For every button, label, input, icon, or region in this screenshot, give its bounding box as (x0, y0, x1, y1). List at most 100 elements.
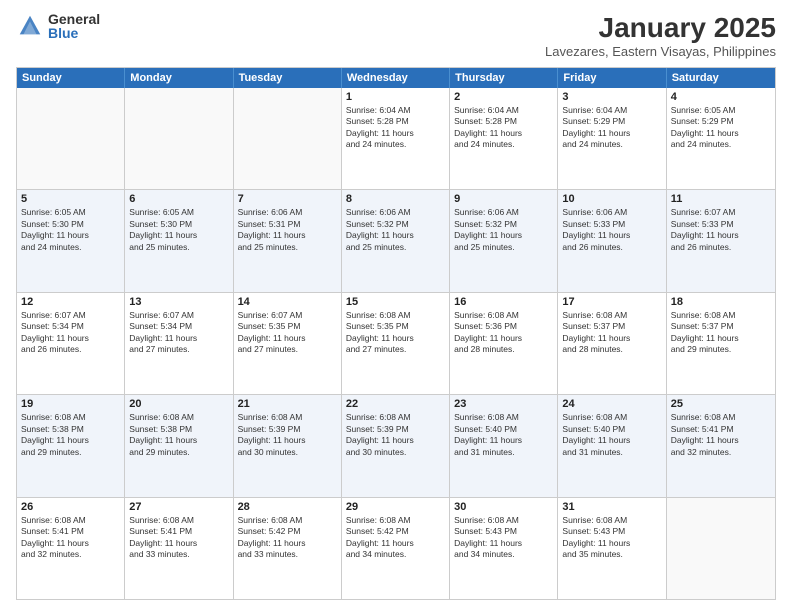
month-title: January 2025 (545, 12, 776, 44)
day-number: 25 (671, 398, 771, 410)
day-number: 31 (562, 501, 661, 513)
day-cell-14: 14 Sunrise: 6:07 AM Sunset: 5:35 PM Dayli… (234, 293, 342, 394)
calendar-row-2: 12 Sunrise: 6:07 AM Sunset: 5:34 PM Dayli… (17, 292, 775, 394)
day-cell-1: 1 Sunrise: 6:04 AM Sunset: 5:28 PM Daylig… (342, 88, 450, 189)
header-day-saturday: Saturday (667, 68, 775, 88)
day-number: 1 (346, 91, 445, 103)
day-number: 20 (129, 398, 228, 410)
day-info: Sunrise: 6:08 AM Sunset: 5:35 PM Dayligh… (346, 310, 445, 356)
day-number: 27 (129, 501, 228, 513)
day-number: 18 (671, 296, 771, 308)
logo: General Blue (16, 12, 100, 40)
day-info: Sunrise: 6:08 AM Sunset: 5:41 PM Dayligh… (21, 515, 120, 561)
empty-cell (17, 88, 125, 189)
day-info: Sunrise: 6:08 AM Sunset: 5:38 PM Dayligh… (129, 412, 228, 458)
day-number: 22 (346, 398, 445, 410)
day-info: Sunrise: 6:07 AM Sunset: 5:33 PM Dayligh… (671, 207, 771, 253)
day-info: Sunrise: 6:08 AM Sunset: 5:37 PM Dayligh… (671, 310, 771, 356)
day-number: 8 (346, 193, 445, 205)
day-info: Sunrise: 6:05 AM Sunset: 5:29 PM Dayligh… (671, 105, 771, 151)
day-info: Sunrise: 6:08 AM Sunset: 5:37 PM Dayligh… (562, 310, 661, 356)
day-info: Sunrise: 6:08 AM Sunset: 5:41 PM Dayligh… (129, 515, 228, 561)
day-number: 3 (562, 91, 661, 103)
logo-general-label: General (48, 12, 100, 26)
header-day-friday: Friday (558, 68, 666, 88)
day-info: Sunrise: 6:08 AM Sunset: 5:39 PM Dayligh… (238, 412, 337, 458)
page: General Blue January 2025 Lavezares, Eas… (0, 0, 792, 612)
day-number: 26 (21, 501, 120, 513)
day-cell-20: 20 Sunrise: 6:08 AM Sunset: 5:38 PM Dayli… (125, 395, 233, 496)
day-info: Sunrise: 6:06 AM Sunset: 5:33 PM Dayligh… (562, 207, 661, 253)
day-number: 13 (129, 296, 228, 308)
day-info: Sunrise: 6:08 AM Sunset: 5:42 PM Dayligh… (238, 515, 337, 561)
day-info: Sunrise: 6:07 AM Sunset: 5:34 PM Dayligh… (21, 310, 120, 356)
header-day-monday: Monday (125, 68, 233, 88)
day-number: 19 (21, 398, 120, 410)
day-cell-17: 17 Sunrise: 6:08 AM Sunset: 5:37 PM Dayli… (558, 293, 666, 394)
header: General Blue January 2025 Lavezares, Eas… (16, 12, 776, 59)
calendar-header: SundayMondayTuesdayWednesdayThursdayFrid… (17, 68, 775, 88)
title-section: January 2025 Lavezares, Eastern Visayas,… (545, 12, 776, 59)
day-number: 30 (454, 501, 553, 513)
day-info: Sunrise: 6:06 AM Sunset: 5:32 PM Dayligh… (346, 207, 445, 253)
day-cell-21: 21 Sunrise: 6:08 AM Sunset: 5:39 PM Dayli… (234, 395, 342, 496)
day-info: Sunrise: 6:04 AM Sunset: 5:28 PM Dayligh… (346, 105, 445, 151)
day-cell-10: 10 Sunrise: 6:06 AM Sunset: 5:33 PM Dayli… (558, 190, 666, 291)
empty-cell (125, 88, 233, 189)
calendar: SundayMondayTuesdayWednesdayThursdayFrid… (16, 67, 776, 600)
day-info: Sunrise: 6:08 AM Sunset: 5:40 PM Dayligh… (454, 412, 553, 458)
day-number: 17 (562, 296, 661, 308)
day-number: 15 (346, 296, 445, 308)
calendar-body: 1 Sunrise: 6:04 AM Sunset: 5:28 PM Daylig… (17, 88, 775, 599)
day-cell-28: 28Sunrise: 6:08 AM Sunset: 5:42 PM Dayli… (234, 498, 342, 599)
day-cell-19: 19 Sunrise: 6:08 AM Sunset: 5:38 PM Dayli… (17, 395, 125, 496)
day-number: 2 (454, 91, 553, 103)
day-cell-16: 16 Sunrise: 6:08 AM Sunset: 5:36 PM Dayli… (450, 293, 558, 394)
logo-icon (16, 12, 44, 40)
day-info: Sunrise: 6:07 AM Sunset: 5:34 PM Dayligh… (129, 310, 228, 356)
day-cell-5: 5Sunrise: 6:05 AM Sunset: 5:30 PM Daylig… (17, 190, 125, 291)
day-cell-18: 18 Sunrise: 6:08 AM Sunset: 5:37 PM Dayli… (667, 293, 775, 394)
day-number: 16 (454, 296, 553, 308)
day-info: Sunrise: 6:07 AM Sunset: 5:35 PM Dayligh… (238, 310, 337, 356)
empty-cell (667, 498, 775, 599)
day-number: 12 (21, 296, 120, 308)
day-number: 4 (671, 91, 771, 103)
logo-blue-label: Blue (48, 26, 100, 40)
day-cell-25: 25Sunrise: 6:08 AM Sunset: 5:41 PM Dayli… (667, 395, 775, 496)
day-info: Sunrise: 6:08 AM Sunset: 5:42 PM Dayligh… (346, 515, 445, 561)
day-cell-15: 15 Sunrise: 6:08 AM Sunset: 5:35 PM Dayli… (342, 293, 450, 394)
header-day-tuesday: Tuesday (234, 68, 342, 88)
day-number: 11 (671, 193, 771, 205)
day-cell-27: 27 Sunrise: 6:08 AM Sunset: 5:41 PM Dayli… (125, 498, 233, 599)
day-number: 7 (238, 193, 337, 205)
day-number: 6 (129, 193, 228, 205)
day-info: Sunrise: 6:08 AM Sunset: 5:36 PM Dayligh… (454, 310, 553, 356)
calendar-row-4: 26 Sunrise: 6:08 AM Sunset: 5:41 PM Dayli… (17, 497, 775, 599)
day-number: 5 (21, 193, 120, 205)
day-number: 29 (346, 501, 445, 513)
day-cell-9: 9Sunrise: 6:06 AM Sunset: 5:32 PM Daylig… (450, 190, 558, 291)
day-info: Sunrise: 6:08 AM Sunset: 5:43 PM Dayligh… (562, 515, 661, 561)
header-day-thursday: Thursday (450, 68, 558, 88)
day-number: 9 (454, 193, 553, 205)
calendar-row-3: 19 Sunrise: 6:08 AM Sunset: 5:38 PM Dayli… (17, 394, 775, 496)
day-cell-23: 23 Sunrise: 6:08 AM Sunset: 5:40 PM Dayli… (450, 395, 558, 496)
day-info: Sunrise: 6:08 AM Sunset: 5:39 PM Dayligh… (346, 412, 445, 458)
day-cell-4: 4 Sunrise: 6:05 AM Sunset: 5:29 PM Daylig… (667, 88, 775, 189)
day-cell-6: 6Sunrise: 6:05 AM Sunset: 5:30 PM Daylig… (125, 190, 233, 291)
day-cell-8: 8 Sunrise: 6:06 AM Sunset: 5:32 PM Daylig… (342, 190, 450, 291)
day-cell-12: 12 Sunrise: 6:07 AM Sunset: 5:34 PM Dayli… (17, 293, 125, 394)
empty-cell (234, 88, 342, 189)
header-day-wednesday: Wednesday (342, 68, 450, 88)
day-number: 14 (238, 296, 337, 308)
day-cell-31: 31 Sunrise: 6:08 AM Sunset: 5:43 PM Dayli… (558, 498, 666, 599)
day-info: Sunrise: 6:04 AM Sunset: 5:28 PM Dayligh… (454, 105, 553, 151)
day-info: Sunrise: 6:06 AM Sunset: 5:31 PM Dayligh… (238, 207, 337, 253)
day-number: 10 (562, 193, 661, 205)
day-cell-30: 30Sunrise: 6:08 AM Sunset: 5:43 PM Dayli… (450, 498, 558, 599)
day-info: Sunrise: 6:08 AM Sunset: 5:38 PM Dayligh… (21, 412, 120, 458)
day-number: 21 (238, 398, 337, 410)
day-info: Sunrise: 6:08 AM Sunset: 5:40 PM Dayligh… (562, 412, 661, 458)
day-number: 23 (454, 398, 553, 410)
